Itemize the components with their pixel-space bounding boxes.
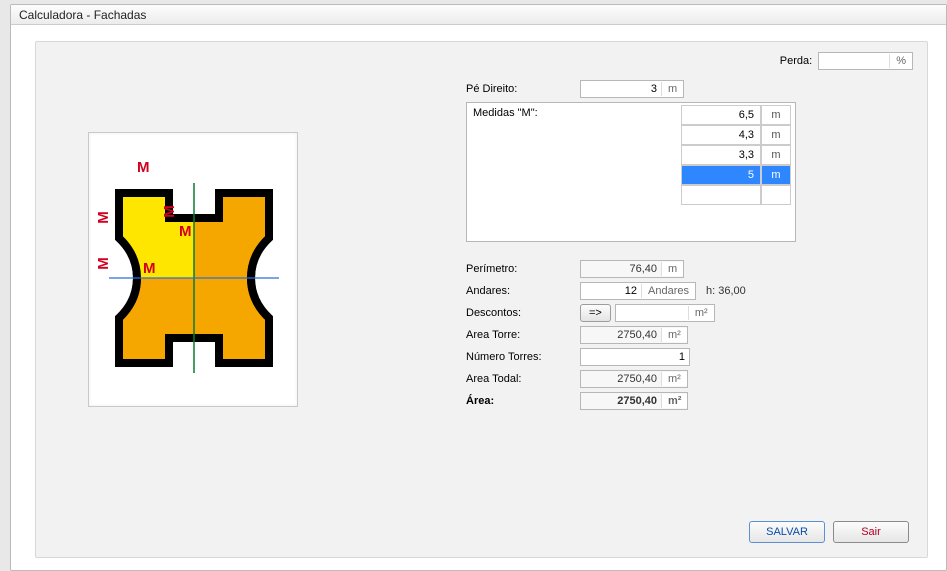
num-torres-input[interactable] [581, 349, 689, 365]
area-torre-value [581, 327, 661, 343]
dialog-buttons: SALVAR Sair [749, 521, 909, 543]
row-num-torres: Número Torres: [466, 348, 906, 366]
area-torre-unit: m² [661, 328, 687, 342]
medidas-row[interactable]: 6,5 m [681, 105, 791, 125]
m-label-left-upper: M [95, 211, 112, 224]
medidas-unit: m [761, 145, 791, 165]
area-unit: m² [661, 394, 687, 408]
m-label-notch-h: M [179, 223, 192, 240]
pe-direito-field[interactable]: m [580, 80, 684, 98]
area-todal-value [581, 371, 661, 387]
descontos-unit: m² [688, 306, 714, 320]
pe-direito-input[interactable] [581, 81, 661, 97]
window-frame: Calculadora - Fachadas Perda: % [10, 4, 947, 571]
medidas-value[interactable]: 6,5 [681, 105, 761, 125]
floorplan-shape: M M M M M M [109, 183, 279, 373]
perimetro-value [581, 261, 661, 277]
medidas-unit: m [761, 165, 791, 185]
row-area-todal: Area Todal: m² [466, 370, 906, 388]
area-field: m² [580, 392, 688, 410]
perimetro-field: m [580, 260, 684, 278]
area-todal-label: Area Todal: [466, 373, 576, 385]
descontos-field[interactable]: m² [615, 304, 715, 322]
medidas-unit: m [761, 105, 791, 125]
andares-unit: Andares [641, 284, 695, 298]
m-label-center: M [143, 260, 156, 277]
medidas-unit: m [761, 125, 791, 145]
perda-field[interactable]: % [818, 52, 913, 70]
medidas-value[interactable]: 5 [681, 165, 761, 185]
area-torre-field: m² [580, 326, 688, 344]
save-button[interactable]: SALVAR [749, 521, 825, 543]
medidas-value[interactable] [681, 185, 761, 205]
row-area-torre: Area Torre: m² [466, 326, 906, 344]
medidas-row[interactable]: 3,3 m [681, 145, 791, 165]
medidas-value[interactable]: 3,3 [681, 145, 761, 165]
descontos-go-button[interactable]: => [580, 304, 611, 322]
medidas-row-empty[interactable] [681, 185, 791, 205]
area-torre-label: Area Torre: [466, 329, 576, 341]
medidas-box: Medidas "M": 6,5 m 4,3 m 3,3 m [466, 102, 796, 242]
medidas-row[interactable]: 4,3 m [681, 125, 791, 145]
m-label-left-lower: M [95, 257, 112, 270]
perda-label: Perda: [780, 55, 812, 67]
medidas-unit [761, 185, 791, 205]
area-todal-unit: m² [661, 372, 687, 386]
area-todal-field: m² [580, 370, 688, 388]
pe-direito-label: Pé Direito: [466, 83, 576, 95]
andares-field[interactable]: Andares [580, 282, 696, 300]
work-area: Perda: % M [35, 41, 928, 558]
perda-input[interactable] [819, 53, 889, 69]
exit-button[interactable]: Sair [833, 521, 909, 543]
area-value [581, 393, 661, 409]
area-label: Área: [466, 395, 576, 407]
pe-direito-unit: m [661, 82, 683, 96]
descontos-label: Descontos: [466, 307, 576, 319]
descontos-input[interactable] [616, 305, 688, 321]
perimetro-label: Perímetro: [466, 263, 576, 275]
perda-unit: % [889, 54, 912, 68]
row-andares: Andares: Andares h: 36,00 [466, 282, 906, 300]
form-column: Pé Direito: m Medidas "M": 6,5 m 4,3 m [466, 80, 906, 414]
perda-row: Perda: % [780, 52, 913, 70]
medidas-value[interactable]: 4,3 [681, 125, 761, 145]
perimetro-unit: m [661, 262, 683, 276]
row-perimetro: Perímetro: m [466, 260, 906, 278]
andares-input[interactable] [581, 283, 641, 299]
medidas-table[interactable]: 6,5 m 4,3 m 3,3 m 5 m [681, 105, 791, 239]
window-title: Calculadora - Fachadas [11, 5, 946, 25]
andares-height: h: 36,00 [706, 285, 746, 297]
andares-label: Andares: [466, 285, 576, 297]
m-label-notch-v: M [161, 205, 178, 218]
row-pe-direito: Pé Direito: m [466, 80, 906, 98]
medidas-row-selected[interactable]: 5 m [681, 165, 791, 185]
medidas-label: Medidas "M": [469, 105, 569, 239]
num-torres-field[interactable] [580, 348, 690, 366]
floorplan-diagram: M M M M M M [88, 132, 298, 407]
num-torres-label: Número Torres: [466, 351, 576, 363]
m-label-top: M [137, 159, 150, 176]
row-area-total: Área: m² [466, 392, 906, 410]
row-descontos: Descontos: => m² [466, 304, 906, 322]
